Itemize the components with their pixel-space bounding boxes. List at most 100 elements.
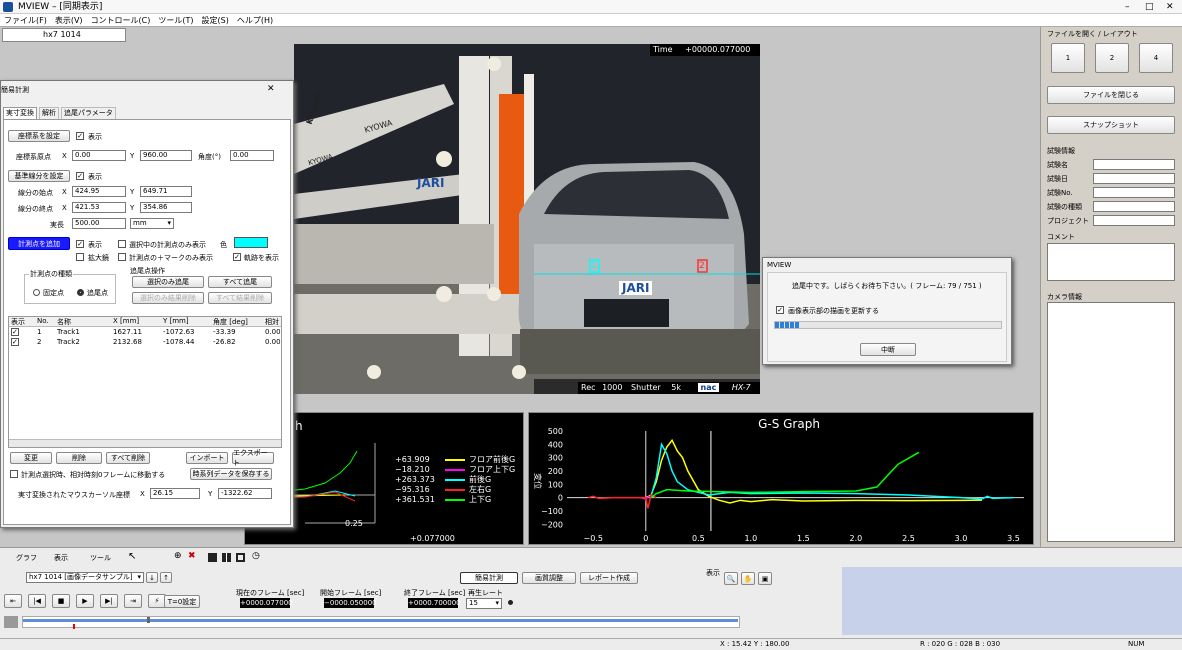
unit-select[interactable]: mm ▾: [130, 218, 174, 229]
image-adjust-button[interactable]: 画質調整: [522, 572, 576, 584]
fit-tool-button[interactable]: ▣: [758, 572, 772, 585]
close-file-button[interactable]: ファイルを閉じる: [1047, 86, 1175, 104]
track-marker-1[interactable]: 1: [591, 261, 597, 271]
column-header[interactable]: 表示: [11, 317, 25, 327]
track-selected-button[interactable]: 選択のみ追尾: [132, 276, 204, 288]
color-swatch[interactable]: [234, 237, 268, 248]
video-frame[interactable]: 1 2 KYOWA KYOWA KYOWA JARI JARI Time +00…: [294, 44, 760, 394]
tab-conversion[interactable]: 実寸変換: [3, 107, 37, 119]
column-header[interactable]: Y [mm]: [163, 317, 189, 325]
test-info-field[interactable]: [1093, 215, 1175, 226]
file-tab[interactable]: hx7 1014: [2, 28, 126, 42]
seg-end-y-field[interactable]: 354.86: [140, 202, 192, 213]
tool-menu[interactable]: ツール: [90, 553, 111, 563]
step-forward-icon[interactable]: ⇥: [124, 594, 142, 608]
move-frame-checkbox[interactable]: [10, 470, 18, 478]
row-checkbox[interactable]: ✓: [11, 338, 19, 346]
test-info-field[interactable]: [1093, 201, 1175, 212]
zoom-tool-button[interactable]: 🔍: [724, 572, 738, 585]
seg-start-x-field[interactable]: 424.95: [72, 186, 126, 197]
import-button[interactable]: インポート: [186, 452, 228, 464]
origin-y-field[interactable]: 960.00: [140, 150, 192, 161]
tracking-radio[interactable]: [77, 289, 84, 296]
pointer-icon[interactable]: ↖: [128, 551, 136, 562]
angle-field[interactable]: 0.00: [230, 150, 274, 161]
layout-grid-icon[interactable]: [222, 553, 231, 562]
graph-menu[interactable]: グラフ: [16, 553, 37, 563]
maximize-button[interactable]: □: [1145, 0, 1154, 14]
test-info-field[interactable]: [1093, 159, 1175, 170]
snapshot-button[interactable]: スナップショット: [1047, 116, 1175, 134]
end-frame-field[interactable]: +0000.700000: [408, 598, 461, 608]
layout-1-button[interactable]: 1: [1051, 43, 1085, 73]
timeline-thumb[interactable]: [147, 617, 150, 623]
ref-show-checkbox[interactable]: ✓: [76, 172, 84, 180]
ref-line-button[interactable]: 基準線分を設定: [8, 170, 70, 182]
zoom-icon[interactable]: ⊕: [174, 551, 182, 561]
column-header[interactable]: No.: [37, 317, 49, 325]
length-field[interactable]: 500.00: [72, 218, 126, 229]
cancel-button[interactable]: 中断: [860, 343, 916, 356]
coord-set-button[interactable]: 座標系を設定: [8, 130, 70, 142]
magnifier-checkbox[interactable]: [76, 253, 84, 261]
start-frame-field[interactable]: −0000.050000: [324, 598, 377, 608]
menu-settings[interactable]: 設定(S): [198, 14, 233, 26]
menu-tool[interactable]: ツール(T): [154, 14, 197, 26]
change-button[interactable]: 変更: [10, 452, 52, 464]
source-select[interactable]: hx7 1014 [画像データサンプル] ▾: [26, 572, 144, 583]
track-all-button[interactable]: すべて追尾: [208, 276, 272, 288]
row-checkbox[interactable]: ✓: [11, 328, 19, 336]
column-header[interactable]: 名称: [57, 317, 71, 327]
delete-all-results-button[interactable]: すべて結果削除: [208, 292, 272, 304]
layout-box-icon[interactable]: [236, 553, 245, 562]
coord-show-checkbox[interactable]: ✓: [76, 132, 84, 140]
column-header[interactable]: 角度 [deg]: [213, 317, 248, 327]
menu-help[interactable]: ヘルプ(H): [233, 14, 277, 26]
comment-field[interactable]: [1047, 243, 1175, 281]
delete-selected-results-button[interactable]: 選択のみ結果削除: [132, 292, 204, 304]
test-info-field[interactable]: [1093, 173, 1175, 184]
origin-x-field[interactable]: 0.00: [72, 150, 126, 161]
close-button[interactable]: ✕: [1166, 0, 1174, 14]
up-arrow-button[interactable]: ↑: [160, 572, 172, 583]
tab-analysis[interactable]: 解析: [39, 107, 59, 119]
test-info-field[interactable]: [1093, 187, 1175, 198]
report-button[interactable]: レポート作成: [580, 572, 638, 584]
seg-start-y-field[interactable]: 649.71: [140, 186, 192, 197]
table-hscroll[interactable]: [9, 439, 281, 447]
menu-view[interactable]: 表示(V): [51, 14, 87, 26]
layout-2-button[interactable]: 2: [1095, 43, 1129, 73]
selected-only-checkbox[interactable]: [118, 240, 126, 248]
fixed-radio[interactable]: [33, 289, 40, 296]
stop-icon[interactable]: ■: [52, 594, 70, 608]
redraw-checkbox[interactable]: ✓: [776, 306, 784, 314]
seg-end-x-field[interactable]: 421.53: [72, 202, 126, 213]
t0-button[interactable]: T=0設定: [164, 595, 200, 608]
delete-all-button[interactable]: すべて削除: [106, 452, 150, 464]
minimize-button[interactable]: –: [1125, 0, 1130, 14]
down-arrow-button[interactable]: ↓: [146, 572, 158, 583]
step-back-icon[interactable]: ⇤: [4, 594, 22, 608]
track-marker-2[interactable]: 2: [699, 261, 705, 271]
add-point-button[interactable]: 計測点を追加: [8, 237, 70, 250]
first-frame-icon[interactable]: |◀: [28, 594, 46, 608]
table-row[interactable]: ✓ 2 Track2 2132.68 -1078.44 -26.82 0.000: [9, 338, 281, 348]
mark-only-checkbox[interactable]: [118, 253, 126, 261]
gs-graph[interactable]: G-S Graph −0.5 0 0.5 1.0 1.5 2.0 2.5 3.0 3.5 500 40…: [528, 412, 1034, 545]
hand-tool-button[interactable]: ✋: [741, 572, 755, 585]
last-frame-icon[interactable]: ▶|: [100, 594, 118, 608]
export-button[interactable]: エクスポート: [232, 449, 274, 467]
timer-icon[interactable]: ◷: [252, 551, 260, 561]
display-menu[interactable]: 表示: [54, 553, 68, 563]
column-header[interactable]: X [mm]: [113, 317, 139, 325]
show-track-checkbox[interactable]: ✓: [233, 253, 241, 261]
column-header[interactable]: 相対: [265, 317, 279, 327]
measure-button[interactable]: 簡易計測: [460, 572, 518, 584]
layout-single-icon[interactable]: [208, 553, 217, 562]
rate-select[interactable]: 15 ▾: [466, 598, 502, 609]
clear-icon[interactable]: ✖: [188, 551, 196, 561]
menu-file[interactable]: ファイル(F): [0, 14, 51, 26]
point-show-checkbox[interactable]: ✓: [76, 240, 84, 248]
timeline[interactable]: [22, 616, 740, 629]
save-series-button[interactable]: 時系列データを保存する: [190, 468, 272, 480]
